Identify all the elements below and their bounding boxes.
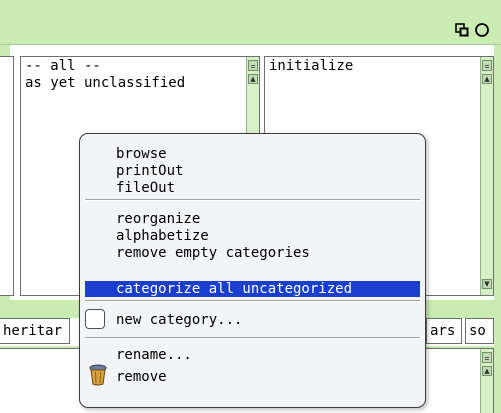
- menu-separator: [85, 199, 420, 201]
- menu-item-printout[interactable]: printOut: [116, 163, 183, 179]
- collapse-icon[interactable]: [454, 22, 470, 38]
- trash-can-icon-glyph: [89, 364, 107, 386]
- menu-item-reorganize[interactable]: reorganize: [116, 211, 200, 227]
- category-item-all[interactable]: -- all --: [21, 57, 259, 76]
- close-icon-glyph: [475, 23, 489, 37]
- selector-item-initialize[interactable]: initialize: [265, 57, 493, 76]
- scroll-up-arrow-icon[interactable]: ▲: [248, 74, 258, 84]
- scrollbar-menu-icon[interactable]: [482, 60, 492, 71]
- scrollbar-menu-icon[interactable]: [248, 60, 258, 71]
- checkbox-icon: [85, 309, 105, 329]
- scrollbar-menu-icon[interactable]: [482, 352, 492, 363]
- variables-button[interactable]: ars: [426, 318, 462, 344]
- menu-item-browse[interactable]: browse: [116, 146, 167, 162]
- menu-item-fileout[interactable]: fileOut: [116, 180, 175, 196]
- source-button[interactable]: so: [465, 318, 494, 344]
- menu-separator: [85, 300, 420, 302]
- category-context-menu: browse printOut fileOut reorganize alpha…: [79, 133, 426, 408]
- class-list-pane[interactable]: [0, 56, 14, 296]
- category-item-unclassified[interactable]: as yet unclassified: [21, 76, 259, 93]
- window-frame-right: [494, 45, 501, 346]
- menu-item-rename[interactable]: rename...: [116, 347, 192, 363]
- menu-item-categorize-all-uncategorized[interactable]: categorize all uncategorized: [85, 281, 420, 297]
- menu-item-remove-empty-categories[interactable]: remove empty categories: [116, 245, 310, 261]
- trash-can-icon: [88, 364, 108, 386]
- menu-separator: [85, 337, 420, 339]
- scroll-down-arrow-icon[interactable]: ▼: [482, 279, 492, 289]
- menu-item-alphabetize[interactable]: alphabetize: [116, 228, 209, 244]
- menu-item-remove[interactable]: remove: [116, 369, 167, 385]
- menu-item-new-category[interactable]: new category...: [116, 312, 242, 328]
- close-icon[interactable]: [474, 22, 490, 38]
- selector-scrollbar[interactable]: ▲ ▼: [480, 57, 493, 295]
- scroll-up-arrow-icon[interactable]: ▲: [482, 366, 492, 376]
- window-title-bar: [0, 0, 501, 45]
- scroll-up-arrow-icon[interactable]: ▲: [482, 74, 492, 84]
- inheritance-button[interactable]: heritar: [0, 318, 70, 344]
- collapse-icon-glyph: [455, 23, 469, 37]
- code-scrollbar[interactable]: ▲: [480, 349, 493, 413]
